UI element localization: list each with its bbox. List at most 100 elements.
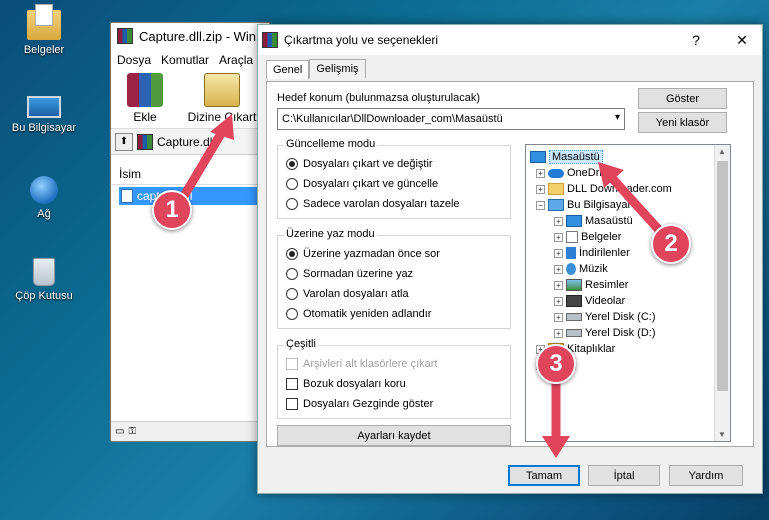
tab-gelismis[interactable]: Gelişmiş bbox=[309, 59, 366, 78]
desktop-icon-belgeler[interactable]: Belgeler bbox=[4, 4, 84, 56]
dialog-app-icon bbox=[262, 32, 278, 48]
tree-item-label: Videolar bbox=[585, 295, 626, 307]
videos-icon bbox=[566, 295, 582, 307]
option-label: Bozuk dosyaları koru bbox=[303, 378, 406, 390]
update-mode-title: Güncelleme modu bbox=[284, 138, 378, 150]
folder-tree[interactable]: Masaüstü + OneDrive + DLL Downloader.com… bbox=[525, 144, 731, 442]
option-label: Dosyaları çıkart ve değiştir bbox=[303, 158, 433, 170]
tree-scrollbar[interactable]: ▲ ▼ bbox=[714, 145, 730, 441]
tree-item-videolar[interactable]: + Videolar bbox=[554, 293, 625, 309]
misc-option-subfolders: Arşivleri alt klasörlere çıkart bbox=[286, 358, 437, 370]
tree-item-label: Yerel Disk (D:) bbox=[585, 327, 656, 339]
expand-icon[interactable]: + bbox=[554, 264, 563, 274]
collapse-icon[interactable]: − bbox=[536, 200, 545, 210]
radio[interactable] bbox=[286, 268, 298, 280]
update-option-extract-update[interactable]: Dosyaları çıkart ve güncelle bbox=[286, 178, 438, 190]
radio-selected[interactable] bbox=[286, 158, 298, 170]
overwrite-option-rename[interactable]: Otomatik yeniden adlandır bbox=[286, 308, 431, 320]
music-icon bbox=[566, 263, 576, 275]
option-label: Sadece varolan dosyaları tazele bbox=[303, 198, 460, 210]
checkbox[interactable] bbox=[286, 378, 298, 390]
dialog-titlebar: Çıkartma yolu ve seçenekleri ? ✕ bbox=[258, 25, 762, 55]
option-label: Sormadan üzerine yaz bbox=[303, 268, 414, 280]
radio[interactable] bbox=[286, 198, 298, 210]
destination-path-combobox[interactable]: C:\Kullanıcılar\DllDownloader_com\Masaüs… bbox=[277, 108, 625, 130]
tree-item-muzik[interactable]: + Müzik bbox=[554, 261, 608, 277]
expand-icon[interactable]: + bbox=[554, 280, 563, 290]
radio[interactable] bbox=[286, 178, 298, 190]
tree-item-onedrive[interactable]: + OneDrive bbox=[536, 165, 613, 181]
tree-item-bu-bilgisayar[interactable]: − Bu Bilgisayar bbox=[536, 197, 631, 213]
checkbox[interactable] bbox=[286, 398, 298, 410]
menu-araclar[interactable]: Araçla bbox=[219, 53, 253, 67]
scroll-up-icon[interactable]: ▲ bbox=[718, 147, 726, 156]
desktop-icon-ag[interactable]: Ağ bbox=[4, 176, 84, 220]
tree-item-masaustu[interactable]: Masaüstü bbox=[530, 149, 603, 165]
tree-item-label: Belgeler bbox=[581, 231, 622, 243]
help-button[interactable]: Yardım bbox=[669, 465, 743, 486]
expand-icon[interactable]: + bbox=[554, 328, 563, 338]
misc-option-keep-broken[interactable]: Bozuk dosyaları koru bbox=[286, 378, 406, 390]
tree-item-disk-d[interactable]: + Yerel Disk (D:) bbox=[554, 325, 656, 341]
up-folder-icon[interactable]: ⬆ bbox=[115, 132, 133, 151]
expand-icon[interactable]: + bbox=[536, 184, 545, 194]
desktop-icon-bu-bilgisayar[interactable]: Bu Bilgisayar bbox=[4, 90, 84, 134]
tree-item-label: Resimler bbox=[585, 279, 629, 291]
help-title-button[interactable]: ? bbox=[676, 32, 716, 48]
expand-icon[interactable]: + bbox=[554, 216, 563, 226]
update-mode-group: Güncelleme modu Dosyaları çıkart ve deği… bbox=[277, 138, 511, 219]
tree-item-label: Müzik bbox=[579, 263, 608, 275]
tree-item-masaustu-sub[interactable]: + Masaüstü bbox=[554, 213, 633, 229]
extract-button-label: Dizine Çıkart bbox=[187, 110, 257, 124]
overwrite-option-ask[interactable]: Üzerine yazmadan önce sor bbox=[286, 248, 440, 260]
update-option-freshen[interactable]: Sadece varolan dosyaları tazele bbox=[286, 198, 460, 210]
file-icon bbox=[121, 189, 133, 203]
misc-title: Çeşitli bbox=[284, 338, 318, 350]
cancel-button[interactable]: İptal bbox=[588, 465, 660, 486]
tree-item-dll-downloader[interactable]: + DLL Downloader.com bbox=[536, 181, 672, 197]
desktop-icon-label: Ağ bbox=[37, 208, 51, 220]
extract-icon bbox=[204, 73, 240, 107]
checkbox-disabled bbox=[286, 358, 298, 370]
tree-item-indirilenler[interactable]: + İndirilenler bbox=[554, 245, 630, 261]
menu-komutlar[interactable]: Komutlar bbox=[161, 53, 209, 67]
radio[interactable] bbox=[286, 288, 298, 300]
tree-item-resimler[interactable]: + Resimler bbox=[554, 277, 628, 293]
address-text: Capture.dll. bbox=[157, 134, 219, 149]
ok-button[interactable]: Tamam bbox=[508, 465, 580, 486]
update-option-extract-replace[interactable]: Dosyaları çıkart ve değiştir bbox=[286, 158, 433, 170]
computer-icon bbox=[548, 199, 564, 211]
tree-item-label: OneDrive bbox=[567, 167, 614, 179]
menu-dosya[interactable]: Dosya bbox=[117, 53, 151, 67]
overwrite-option-skip[interactable]: Varolan dosyaları atla bbox=[286, 288, 409, 300]
tree-item-label: Kitaplıklar bbox=[567, 343, 616, 355]
desktop-icon-cop-kutusu[interactable]: Çöp Kutusu bbox=[4, 258, 84, 302]
scroll-down-icon[interactable]: ▼ bbox=[718, 430, 726, 439]
scrollbar-thumb[interactable] bbox=[717, 161, 728, 391]
dialog-tabs: Genel Gelişmiş bbox=[266, 59, 366, 79]
step-badge-1: 1 bbox=[152, 190, 192, 230]
expand-icon[interactable]: + bbox=[554, 248, 563, 258]
extract-to-button[interactable]: Dizine Çıkart bbox=[185, 73, 259, 126]
expand-icon[interactable]: + bbox=[536, 168, 545, 178]
expand-icon[interactable]: + bbox=[554, 232, 563, 242]
radio-selected[interactable] bbox=[286, 248, 298, 260]
add-button[interactable]: Ekle bbox=[117, 73, 173, 126]
expand-icon[interactable]: + bbox=[554, 296, 563, 306]
show-button[interactable]: Göster bbox=[638, 88, 727, 109]
tab-genel[interactable]: Genel bbox=[266, 60, 310, 79]
column-header-name[interactable]: İsim bbox=[111, 163, 269, 185]
drive-icon bbox=[566, 313, 582, 321]
overwrite-option-without-prompt[interactable]: Sormadan üzerine yaz bbox=[286, 268, 413, 280]
misc-option-show-in-explorer[interactable]: Dosyaları Gezginde göster bbox=[286, 398, 433, 410]
new-folder-button[interactable]: Yeni klasör bbox=[638, 112, 727, 133]
expand-icon[interactable]: + bbox=[554, 312, 563, 322]
close-icon[interactable]: ✕ bbox=[722, 32, 762, 49]
radio[interactable] bbox=[286, 308, 298, 320]
save-settings-button[interactable]: Ayarları kaydet bbox=[277, 425, 511, 446]
tree-item-belgeler[interactable]: + Belgeler bbox=[554, 229, 621, 245]
step-badge-2: 2 bbox=[651, 224, 691, 264]
chevron-down-icon[interactable]: ▾ bbox=[615, 112, 620, 123]
tree-item-disk-c[interactable]: + Yerel Disk (C:) bbox=[554, 309, 656, 325]
tree-item-label: Masaüstü bbox=[549, 150, 603, 164]
